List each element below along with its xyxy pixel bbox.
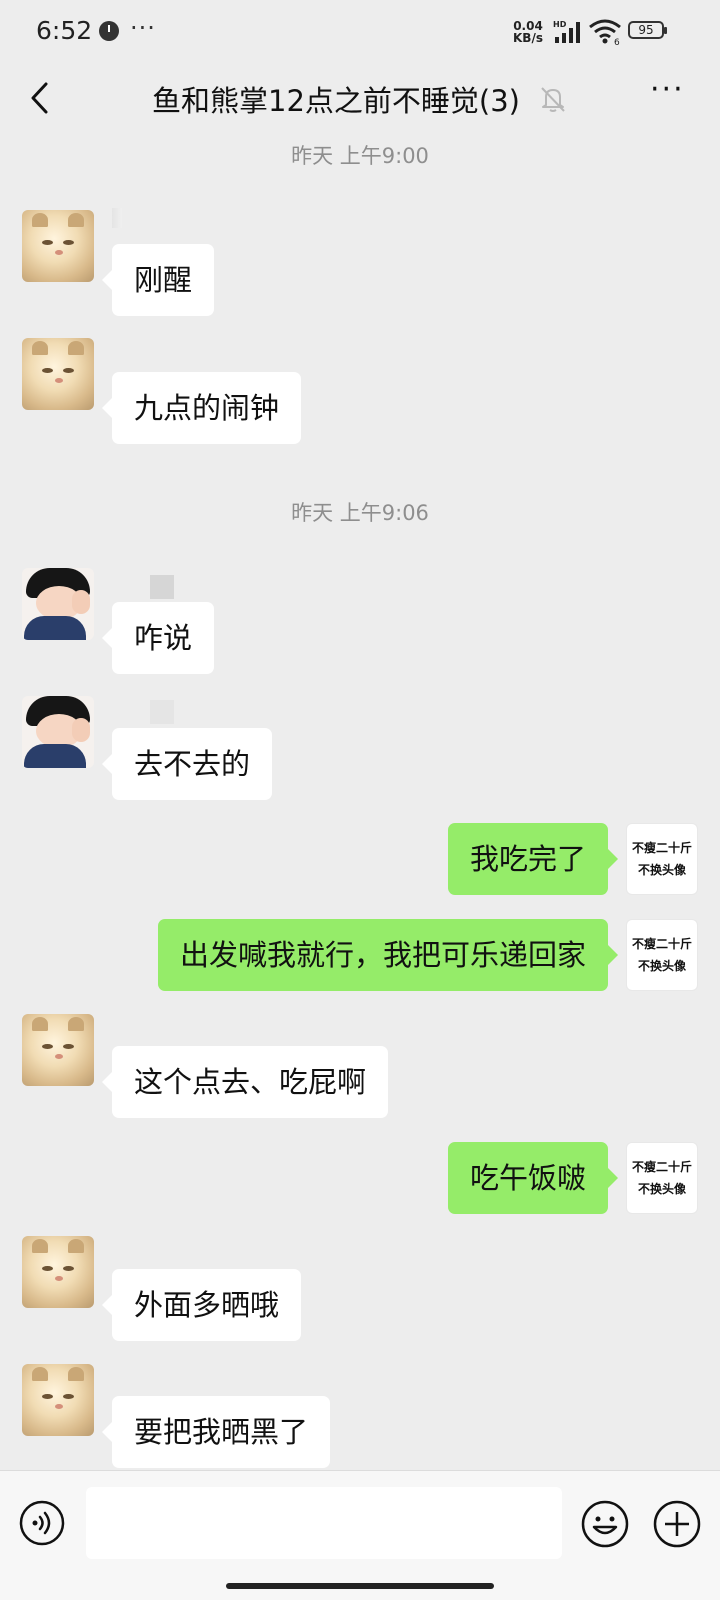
- more-dots-icon[interactable]: ···: [650, 75, 688, 108]
- clock-app-icon: [99, 21, 119, 41]
- avatar-text-line2: 不换头像: [637, 959, 686, 973]
- avatar-text-line2: 不换头像: [637, 1182, 686, 1196]
- message-bubble-outgoing[interactable]: 出发喊我就行，我把可乐递回家: [157, 919, 619, 991]
- status-time: 6:52: [36, 16, 93, 45]
- avatar-cat[interactable]: [22, 1014, 94, 1086]
- back-icon[interactable]: [24, 78, 58, 118]
- message-bubble-outgoing[interactable]: 我吃完了: [447, 823, 619, 895]
- network-speed: 0.04 KB/s: [513, 20, 543, 44]
- avatar-text-line2: 不换头像: [637, 863, 686, 877]
- wifi-icon: 6: [589, 19, 621, 46]
- timestamp: 昨天 上午9:00: [291, 144, 429, 168]
- avatar-text-line1: 不瘦二十斤: [631, 937, 692, 951]
- home-indicator[interactable]: [226, 1583, 494, 1589]
- avatar-self[interactable]: 不瘦二十斤 不换头像: [626, 1142, 698, 1214]
- wifi-sub-label: 6: [614, 38, 620, 46]
- input-bar: [0, 1470, 720, 1600]
- avatar-cat[interactable]: [22, 338, 94, 410]
- message-bubble-outgoing[interactable]: 吃午饭啵: [447, 1142, 619, 1214]
- emoji-icon[interactable]: [580, 1499, 630, 1549]
- plus-icon[interactable]: [652, 1499, 702, 1549]
- avatar-boy[interactable]: [22, 696, 94, 768]
- message-input[interactable]: [86, 1487, 562, 1559]
- network-speed-unit: KB/s: [513, 31, 543, 45]
- sender-name-blurred: [112, 208, 122, 228]
- status-more-notifications: ···: [130, 14, 156, 42]
- message-bubble-incoming[interactable]: 咋说: [101, 602, 215, 674]
- message-bubble-incoming[interactable]: 外面多晒哦: [101, 1269, 302, 1341]
- avatar-cat[interactable]: [22, 1364, 94, 1436]
- avatar-text-line1: 不瘦二十斤: [631, 1160, 692, 1174]
- status-bar: 6:52 ··· 0.04 KB/s HD 6 95: [0, 0, 720, 64]
- avatar-self[interactable]: 不瘦二十斤 不换头像: [626, 823, 698, 895]
- chat-title: 鱼和熊掌12点之前不睡觉(3): [152, 84, 520, 118]
- signal-icon: HD: [553, 20, 580, 43]
- avatar-text-line1: 不瘦二十斤: [631, 841, 692, 855]
- battery-icon: 95: [628, 21, 667, 39]
- sender-name-blurred: [150, 700, 174, 724]
- avatar-cat[interactable]: [22, 210, 94, 282]
- timestamp: 昨天 上午9:06: [291, 501, 429, 525]
- message-bubble-incoming[interactable]: 刚醒: [101, 244, 215, 316]
- message-bubble-incoming[interactable]: 要把我晒黑了: [101, 1396, 331, 1468]
- chat-header: 鱼和熊掌12点之前不睡觉(3) ···: [0, 64, 720, 136]
- hd-label: HD: [553, 20, 567, 29]
- message-bubble-incoming[interactable]: 九点的闹钟: [101, 372, 302, 444]
- avatar-cat[interactable]: [22, 1236, 94, 1308]
- bell-off-icon: [541, 87, 565, 112]
- avatar-self[interactable]: 不瘦二十斤 不换头像: [626, 919, 698, 991]
- voice-icon[interactable]: [18, 1499, 66, 1547]
- avatar-boy[interactable]: [22, 568, 94, 640]
- sender-name-blurred: [150, 575, 174, 599]
- message-bubble-incoming[interactable]: 这个点去、吃屁啊: [101, 1046, 389, 1118]
- message-bubble-incoming[interactable]: 去不去的: [101, 728, 273, 800]
